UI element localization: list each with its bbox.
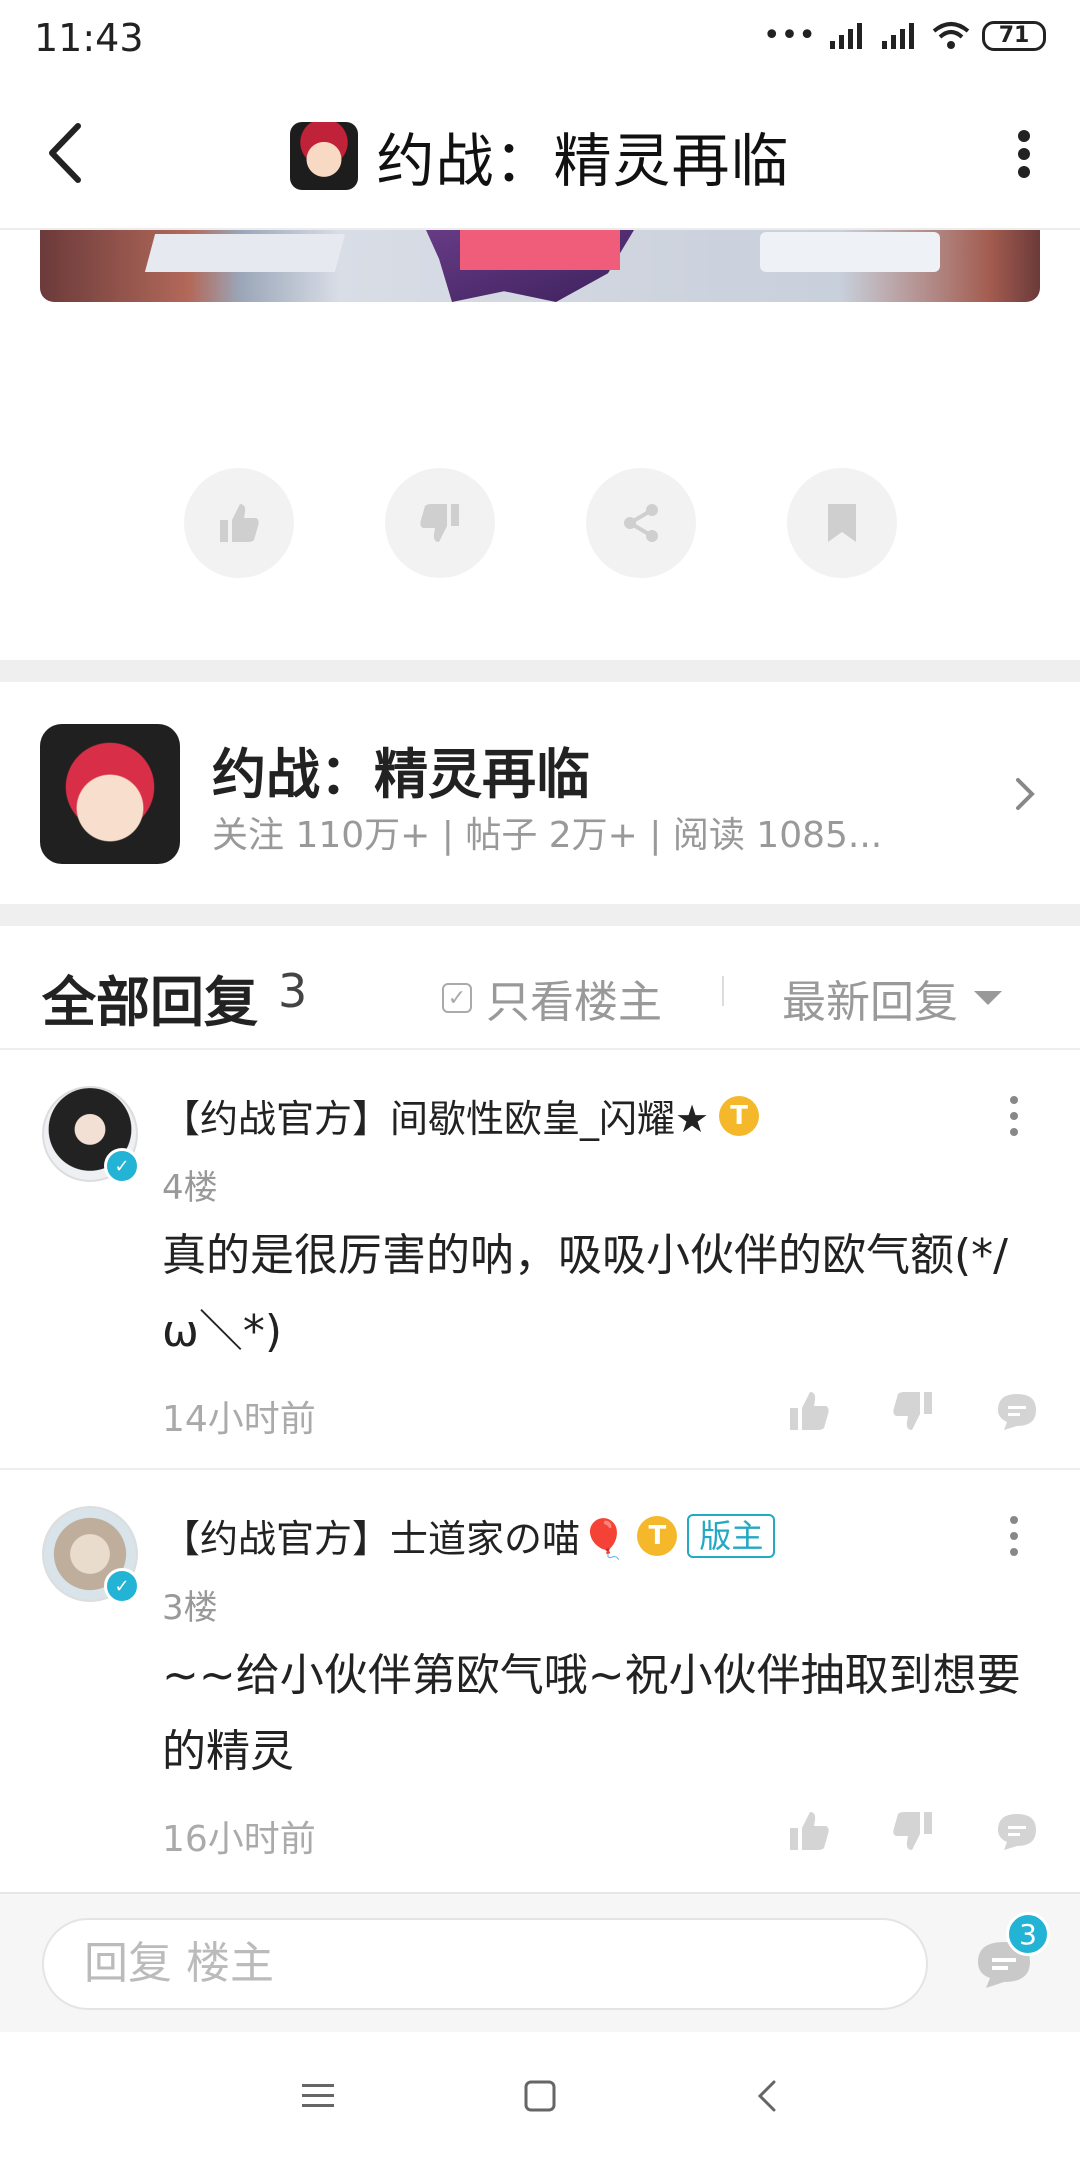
verified-icon: ✓	[104, 1148, 140, 1184]
comment-count-badge: 3	[1006, 1912, 1050, 1956]
back-icon[interactable]	[752, 2078, 782, 2114]
avatar[interactable]: ✓	[42, 1506, 140, 1604]
comment-username-row: 【约战官方】间歇性欧皇_闪耀★ T	[162, 1088, 760, 1143]
share-button[interactable]	[586, 468, 696, 578]
game-icon	[290, 122, 359, 190]
comment-actions	[786, 1388, 1040, 1434]
signal-icon	[830, 22, 862, 49]
nav-title-group: 约战：精灵再临	[0, 114, 1080, 198]
divider	[722, 976, 724, 1006]
comment-time: 16小时前	[162, 1819, 316, 1860]
sort-dropdown[interactable]: 最新回复	[782, 966, 1002, 1030]
reply-bubble-icon[interactable]	[994, 1808, 1040, 1854]
top-nav-bar: 约战：精灵再临	[0, 80, 1080, 230]
more-options-icon[interactable]	[1018, 130, 1030, 178]
post-banner-image	[40, 230, 1040, 302]
verified-icon: ✓	[104, 1568, 140, 1604]
comment-more-icon[interactable]	[1010, 1516, 1018, 1556]
comment-more-icon[interactable]	[1010, 1096, 1018, 1136]
thumbs-up-icon	[220, 504, 259, 542]
only-op-toggle[interactable]: ✓ 只看楼主	[442, 966, 662, 1030]
replies-header: 全部回复 3 ✓ 只看楼主 最新回复	[0, 926, 1080, 1050]
status-time: 11:43	[34, 16, 144, 60]
section-divider	[0, 904, 1080, 926]
system-nav-bar	[0, 2032, 1080, 2160]
thumbs-up-icon[interactable]	[786, 1808, 832, 1854]
wifi-icon	[932, 21, 970, 49]
status-bar: 11:43 ••• 71	[0, 0, 1080, 80]
comment-item: ✓ 【约战官方】间歇性欧皇_闪耀★ T 4楼 真的是很厉害的呐，吸吸小伙伴的欧气…	[0, 1050, 1080, 1470]
reply-input[interactable]: 回复 楼主	[42, 1918, 928, 2010]
comment-username[interactable]: 【约战官方】士道家の喵🎈	[162, 1508, 627, 1563]
banner-graphic	[760, 232, 940, 272]
checkbox-icon: ✓	[442, 983, 472, 1013]
more-dots-icon: •••	[762, 18, 816, 53]
banner-graphic	[460, 230, 620, 270]
comment-floor: 3楼	[162, 1588, 218, 1628]
comment-item: ✓ 【约战官方】士道家の喵🎈 T 版主 3楼 ~~给小伙伴第欧气哦~祝小伙伴抽取…	[0, 1470, 1080, 1890]
comment-actions	[786, 1808, 1040, 1854]
only-op-label: 只看楼主	[486, 977, 662, 1028]
like-button[interactable]	[184, 468, 294, 578]
forum-stats: 关注 110万+ | 帖子 2万+ | 阅读 1085...	[212, 815, 883, 856]
page-title: 约战：精灵再临	[376, 127, 790, 195]
comment-username-row: 【约战官方】士道家の喵🎈 T 版主	[162, 1508, 776, 1563]
section-divider	[0, 660, 1080, 682]
coin-level-icon: T	[637, 1515, 678, 1556]
status-icons: ••• 71	[763, 18, 1046, 53]
dislike-button[interactable]	[385, 468, 495, 578]
reply-bar: 回复 楼主 3	[0, 1892, 1080, 2032]
battery-indicator: 71	[982, 20, 1046, 51]
bookmark-icon	[828, 504, 856, 542]
reply-bubble-icon[interactable]	[994, 1388, 1040, 1434]
thumbs-up-icon[interactable]	[786, 1388, 832, 1434]
share-icon	[624, 504, 658, 542]
home-icon[interactable]	[522, 2078, 558, 2114]
avatar[interactable]: ✓	[42, 1086, 140, 1184]
sort-label: 最新回复	[782, 977, 958, 1028]
comment-text: ~~给小伙伴第欧气哦~祝小伙伴抽取到想要的精灵	[162, 1650, 1021, 1777]
caret-down-icon	[974, 991, 1002, 1005]
moderator-badge: 版主	[687, 1513, 776, 1558]
chevron-right-icon	[1016, 778, 1035, 810]
comment-floor: 4楼	[162, 1168, 218, 1208]
coin-level-icon: T	[719, 1095, 760, 1136]
thumbs-down-icon[interactable]	[890, 1388, 936, 1434]
bookmark-button[interactable]	[787, 468, 897, 578]
comment-time: 14小时前	[162, 1399, 316, 1440]
replies-title: 全部回复	[42, 971, 258, 1034]
menu-icon[interactable]	[300, 2078, 336, 2114]
forum-card[interactable]: 约战：精灵再临 关注 110万+ | 帖子 2万+ | 阅读 1085...	[0, 682, 1080, 904]
comment-text: 真的是很厉害的呐，吸吸小伙伴的欧气额(*/ω＼*)	[162, 1230, 1008, 1357]
replies-count: 3	[278, 964, 308, 1018]
forum-game-icon	[40, 724, 180, 864]
thumbs-down-icon	[420, 504, 459, 542]
thumbs-down-icon[interactable]	[890, 1808, 936, 1854]
signal-icon-2	[882, 22, 914, 49]
forum-name: 约战：精灵再临	[212, 743, 590, 806]
banner-graphic	[144, 234, 346, 272]
comment-username[interactable]: 【约战官方】间歇性欧皇_闪耀★	[162, 1088, 709, 1143]
